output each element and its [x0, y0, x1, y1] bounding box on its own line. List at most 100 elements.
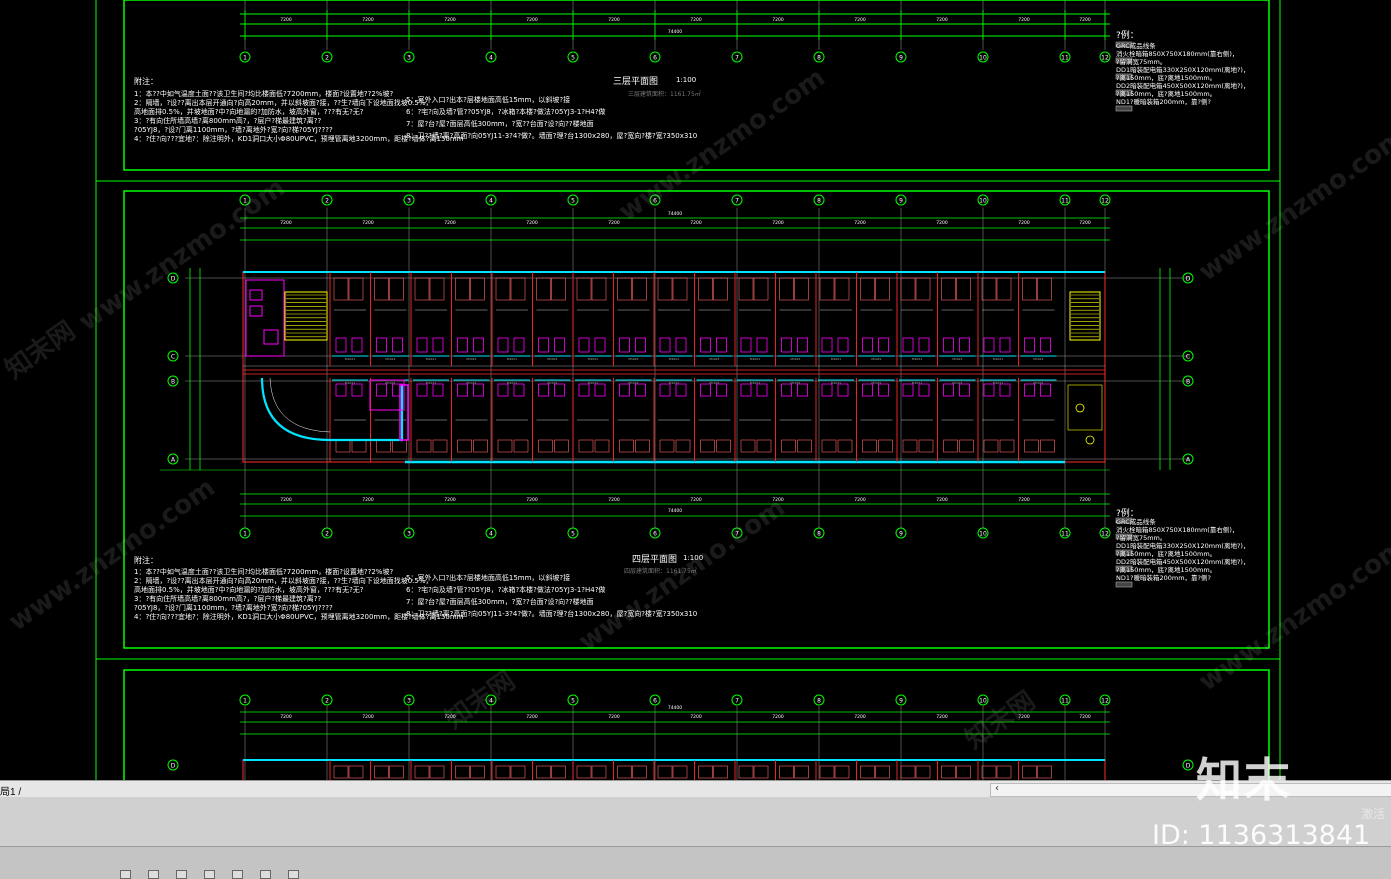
grid-label: 9 — [899, 198, 903, 205]
fixture — [635, 337, 646, 353]
bath-unit — [455, 277, 470, 301]
dim-text: 7200 — [526, 17, 538, 23]
lounge-area — [1067, 384, 1103, 431]
fixture — [473, 383, 484, 397]
door-tag: M1021 — [952, 381, 962, 385]
grid-label: 1 — [243, 531, 247, 538]
bath-unit — [473, 439, 488, 453]
note-line: ?05YJ8，?设?门离1100mm，?墙?离地外?宽?向?梯?05YJ???? — [134, 604, 333, 612]
grid-label: 8 — [817, 698, 821, 705]
layout-tab-bar: 局1 / ‹ — [0, 780, 1391, 798]
grid-label: 5 — [571, 698, 575, 705]
note-line: ND1?暖暗装箱200mm，靠?侧? — [1116, 574, 1211, 582]
cad-drawing-canvas[interactable]: 1 7200 2 7200 3 7200 4 7200 5 7200 6 7200 7 7200 8 7200… — [0, 0, 1391, 780]
dim-text: 7200 — [690, 497, 702, 503]
door-tag: M1021 — [385, 357, 395, 361]
bath-unit — [591, 765, 607, 779]
bath-unit — [495, 277, 511, 301]
note-line: 高地面排0.5%，并坡地面?中?向地漏的?加防水，坡高外窗，???有无?无? — [134, 586, 364, 594]
fixture — [902, 337, 914, 353]
door-tag: M1021 — [507, 381, 517, 385]
bath-unit — [348, 277, 364, 301]
bath-unit — [591, 277, 607, 301]
bath-unit — [875, 765, 890, 779]
door-tag: M1021 — [669, 381, 679, 385]
fixture — [878, 337, 889, 353]
bath-unit — [837, 439, 853, 453]
dim-text: 7200 — [936, 17, 948, 23]
grid-label: 6 — [653, 698, 657, 705]
fixture — [457, 383, 468, 397]
dim-text: 7200 — [526, 714, 538, 720]
note-line: 1：本??中如气温度土面??该卫生间?均比楼面低?7200mm，楼面?设置地??… — [134, 90, 394, 98]
grid-label: 4 — [489, 55, 493, 62]
note-line: ND1?暖暗装箱200mm，靠?侧? — [1116, 98, 1211, 106]
bath-unit — [351, 439, 367, 453]
dim-text: 7200 — [1079, 714, 1091, 720]
door-tag: M1021 — [345, 381, 355, 385]
dim-total-text: 74400 — [668, 508, 682, 514]
door-tag: M1021 — [993, 357, 1003, 361]
sheet-frame-floor5 — [123, 669, 1270, 780]
bath-unit — [996, 277, 1012, 301]
bath-unit — [900, 277, 916, 301]
horizontal-scrollbar[interactable]: ‹ — [990, 783, 1391, 797]
fixture — [983, 337, 995, 353]
bath-unit — [1022, 765, 1037, 779]
dim-text: 7200 — [936, 220, 948, 226]
note-line: DD1暗装配电箱330X250X120mm(离地?)， — [1116, 66, 1250, 74]
layout-tab[interactable]: 局1 / — [0, 783, 21, 798]
fixture — [335, 337, 347, 353]
bath-unit — [617, 765, 632, 779]
grid-label: 10 — [979, 198, 987, 205]
note-line: ?离150mm，底?离地1500mm。 — [1116, 90, 1217, 98]
grid-label: 11 — [1061, 698, 1069, 705]
grid-label: 8 — [817, 198, 821, 205]
bath-unit — [779, 765, 794, 779]
fixture — [918, 337, 930, 353]
bath-unit — [619, 439, 634, 453]
fixture — [878, 383, 889, 397]
bath-unit — [834, 277, 850, 301]
image-id-text: ID: 1136313841 — [1152, 820, 1371, 851]
fixture — [943, 383, 954, 397]
bath-unit — [414, 765, 430, 779]
note-line: 3：?有向住所墙高墙?离800mm高?，?层户?梯最建筑?离?? — [134, 595, 322, 603]
fixture — [432, 337, 444, 353]
row-label: B — [1186, 379, 1190, 386]
door-tag: M1021 — [588, 381, 598, 385]
legend-title-top: ?例： — [1116, 31, 1139, 41]
bath-unit — [756, 439, 772, 453]
door-tag: M1021 — [628, 381, 638, 385]
fixture — [249, 305, 263, 317]
dim-text: 7200 — [936, 714, 948, 720]
fixture — [740, 337, 752, 353]
bath-unit — [915, 277, 931, 301]
dim-text: 7200 — [444, 497, 456, 503]
bath-unit — [333, 277, 349, 301]
entrance-curve — [260, 377, 404, 442]
door-tag: M1021 — [1033, 381, 1043, 385]
dim-text: 7200 — [690, 220, 702, 226]
bath-unit — [956, 765, 971, 779]
fixture — [837, 383, 849, 397]
note-line: 消火栓暗箱850X750X180mm(靠右侧)， — [1116, 50, 1239, 58]
fixture — [716, 337, 727, 353]
bath-unit — [376, 439, 391, 453]
bath-unit — [860, 765, 875, 779]
fixture — [675, 383, 687, 397]
fixture — [538, 383, 549, 397]
fixture — [432, 383, 444, 397]
row-label: C — [171, 354, 175, 361]
bath-unit — [753, 765, 769, 779]
note-line: DD2暗装配电箱450X500X120mm(离地?)， — [1116, 82, 1250, 90]
bath-unit — [740, 439, 756, 453]
dim-text: 7200 — [280, 220, 292, 226]
fixture — [594, 337, 606, 353]
bath-unit — [672, 277, 688, 301]
door-tag: M1021 — [750, 381, 760, 385]
row-label: D — [1186, 276, 1191, 283]
fixture — [1024, 337, 1035, 353]
dim-text: 7200 — [1018, 497, 1030, 503]
scroll-left-icon[interactable]: ‹ — [995, 783, 999, 794]
